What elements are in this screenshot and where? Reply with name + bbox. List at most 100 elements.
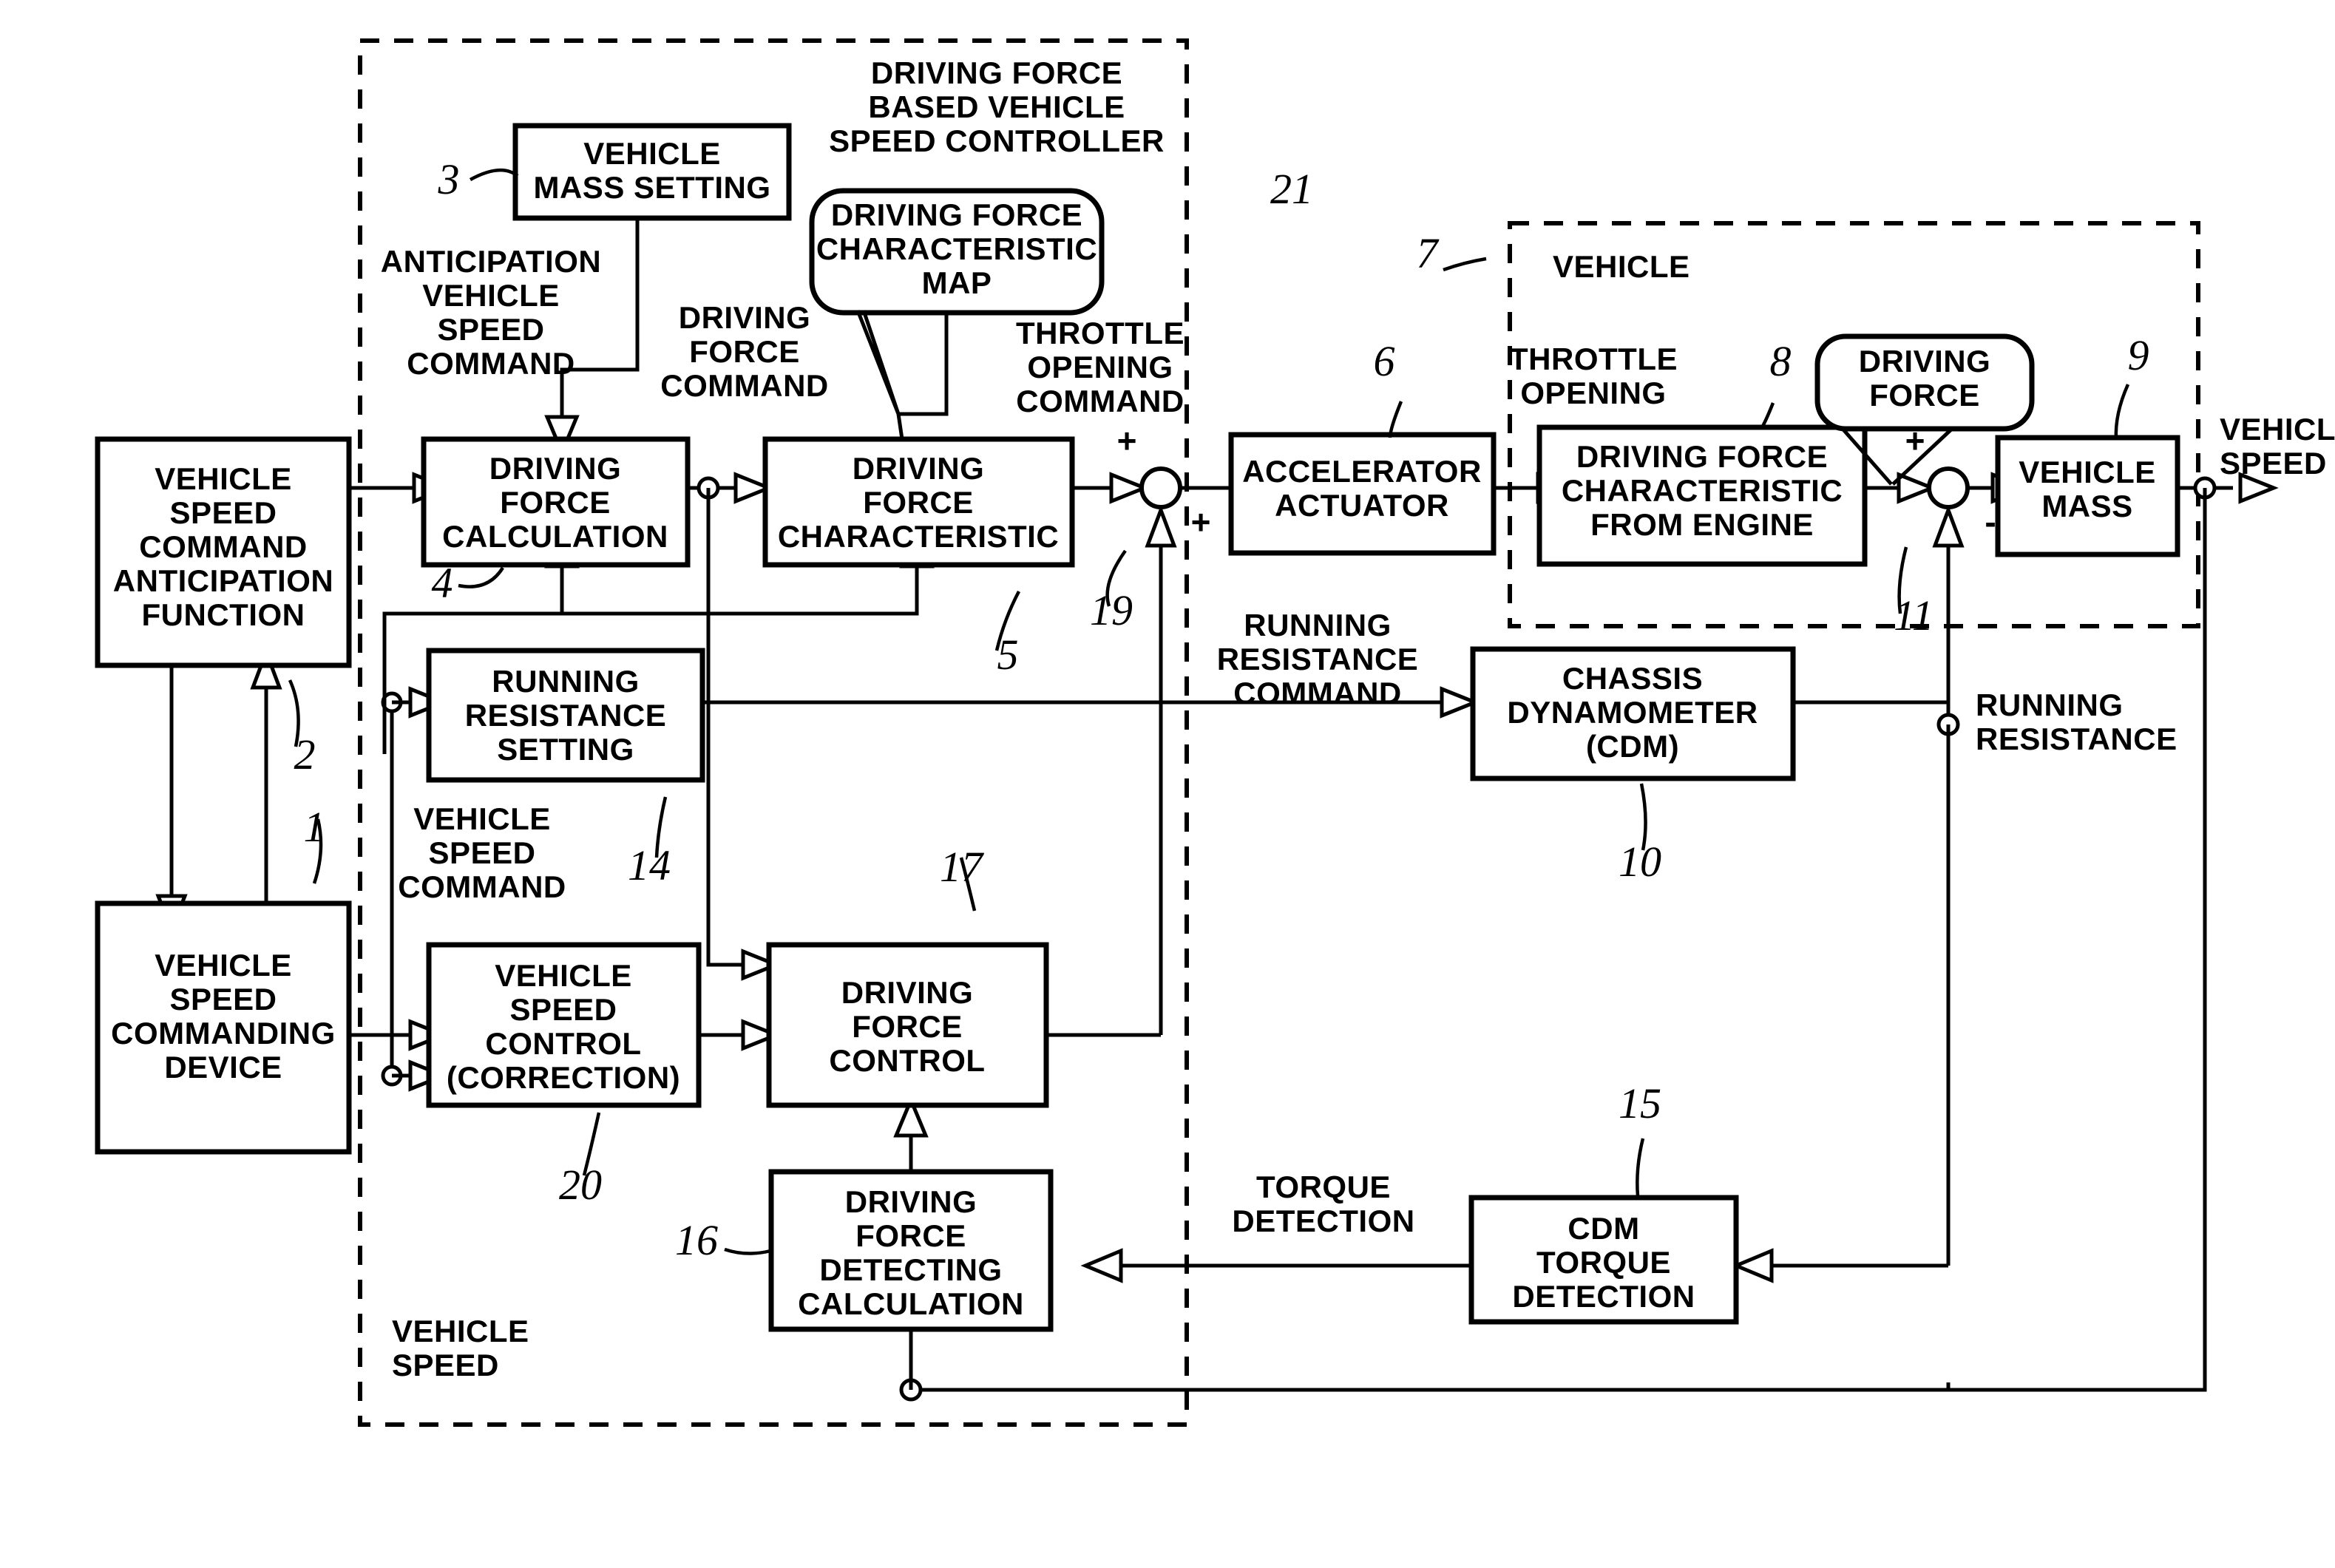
svg-text:COMMAND: COMMAND: [1233, 676, 1401, 710]
label-torque-detection: TORQUE DETECTION: [1232, 1170, 1414, 1238]
svg-text:CHARACTERISTIC: CHARACTERISTIC: [1562, 473, 1843, 508]
svg-text:TORQUE: TORQUE: [1256, 1170, 1391, 1204]
svg-text:COMMANDING: COMMANDING: [111, 1016, 336, 1051]
svg-text:RUNNING: RUNNING: [1976, 688, 2124, 722]
label-driving-force-characteristic-from-engine: DRIVING FORCE CHARACTERISTIC FROM ENGINE: [1562, 439, 1843, 542]
svg-text:CONTROL: CONTROL: [485, 1026, 641, 1061]
ref-10: 10: [1619, 838, 1661, 886]
svg-text:CALCULATION: CALCULATION: [798, 1286, 1024, 1321]
ref-5: 5: [997, 631, 1019, 679]
ref-16: 16: [675, 1216, 718, 1264]
patent-block-diagram: VEHICLE SPEED COMMAND ANTICIPATION FUNCT…: [0, 0, 2335, 1568]
svg-text:FORCE: FORCE: [500, 485, 611, 520]
svg-text:DRIVING FORCE: DRIVING FORCE: [1576, 439, 1828, 474]
label-vehicle-speed-out: VEHICLE SPEED: [2220, 412, 2335, 481]
svg-text:VEHICLE: VEHICLE: [2220, 412, 2335, 447]
ref-15: 15: [1619, 1079, 1661, 1127]
sign-minus-11-bottom: -: [1985, 503, 1996, 541]
ref-9: 9: [2128, 331, 2149, 379]
svg-text:ANTICIPATION: ANTICIPATION: [381, 244, 601, 279]
svg-text:OPENING: OPENING: [1027, 350, 1173, 384]
svg-text:SPEED: SPEED: [2220, 446, 2327, 481]
svg-text:VEHICLE: VEHICLE: [583, 136, 721, 171]
svg-text:VEHICLE: VEHICLE: [155, 461, 292, 496]
svg-text:COMMAND: COMMAND: [1016, 384, 1184, 418]
svg-text:COMMAND: COMMAND: [139, 529, 307, 564]
ref-4: 4: [432, 559, 453, 607]
svg-text:VEHICLE: VEHICLE: [413, 801, 551, 836]
svg-text:RESISTANCE: RESISTANCE: [1217, 642, 1419, 676]
ref-19: 19: [1090, 586, 1133, 634]
label-group-controller: DRIVING FORCE BASED VEHICLE SPEED CONTRO…: [829, 55, 1165, 158]
label-driving-force-callout: DRIVING FORCE: [1859, 344, 1991, 413]
label-driving-force-command: DRIVING FORCE COMMAND: [660, 300, 828, 403]
svg-text:SPEED: SPEED: [510, 992, 617, 1027]
label-accelerator-actuator: ACCELERATOR ACTUATOR: [1242, 454, 1482, 523]
svg-text:FORCE: FORCE: [863, 485, 974, 520]
label-driving-force-control: DRIVING FORCE CONTROL: [829, 975, 985, 1078]
label-throttle-opening-command: THROTTLE OPENING COMMAND: [1016, 316, 1184, 418]
ref-1: 1: [304, 803, 325, 851]
svg-text:CDM: CDM: [1568, 1211, 1639, 1246]
svg-text:CHASSIS: CHASSIS: [1562, 661, 1703, 696]
sign-plus-19-top: +: [1117, 421, 1137, 460]
label-throttle-opening: THROTTLE OPENING: [1509, 342, 1678, 410]
svg-text:DRIVING: DRIVING: [845, 1184, 977, 1219]
svg-text:TORQUE: TORQUE: [1536, 1245, 1671, 1280]
ref-6: 6: [1374, 337, 1395, 385]
label-anticipation-vehicle-speed-command: ANTICIPATION VEHICLE SPEED COMMAND: [381, 244, 601, 381]
svg-text:CONTROL: CONTROL: [829, 1043, 985, 1078]
svg-text:MASS: MASS: [2041, 489, 2132, 523]
label-vehicle-speed-feedback: VEHICLE SPEED: [392, 1314, 529, 1382]
svg-text:VEHICLE: VEHICLE: [392, 1314, 529, 1348]
label-running-resistance: RUNNING RESISTANCE: [1976, 688, 2178, 756]
svg-text:RESISTANCE: RESISTANCE: [465, 698, 667, 733]
svg-text:SPEED: SPEED: [392, 1348, 499, 1382]
svg-text:SPEED: SPEED: [170, 982, 277, 1017]
label-group-vehicle: VEHICLE: [1553, 249, 1690, 284]
ref-11: 11: [1894, 591, 1934, 639]
svg-text:RUNNING: RUNNING: [492, 664, 640, 699]
svg-text:THROTTLE: THROTTLE: [1509, 342, 1678, 376]
svg-text:COMMAND: COMMAND: [398, 869, 566, 904]
ref-21: 21: [1270, 165, 1313, 213]
svg-text:CHARACTERISTIC: CHARACTERISTIC: [778, 519, 1059, 554]
svg-text:COMMAND: COMMAND: [660, 368, 828, 403]
svg-text:VEHICLE: VEHICLE: [495, 958, 632, 993]
svg-text:SPEED: SPEED: [170, 495, 277, 530]
svg-text:SETTING: SETTING: [497, 732, 634, 767]
svg-text:DETECTING: DETECTING: [819, 1252, 1002, 1287]
sign-plus-19-bottom: +: [1191, 503, 1211, 541]
svg-text:VEHICLE: VEHICLE: [155, 948, 292, 982]
svg-text:RESISTANCE: RESISTANCE: [1976, 722, 2178, 756]
svg-text:DRIVING: DRIVING: [841, 975, 974, 1010]
ref-20: 20: [559, 1161, 602, 1209]
svg-text:SPEED CONTROLLER: SPEED CONTROLLER: [829, 123, 1165, 158]
svg-text:ACTUATOR: ACTUATOR: [1275, 488, 1449, 523]
svg-text:ACCELERATOR: ACCELERATOR: [1242, 454, 1482, 489]
svg-text:FORCE: FORCE: [1869, 378, 1980, 413]
svg-text:DRIVING: DRIVING: [1859, 344, 1991, 379]
svg-text:SPEED: SPEED: [438, 312, 545, 347]
svg-text:DRIVING FORCE: DRIVING FORCE: [871, 55, 1122, 90]
svg-text:DRIVING: DRIVING: [489, 451, 622, 486]
svg-text:MASS SETTING: MASS SETTING: [533, 170, 770, 205]
label-running-resistance-command: RUNNING RESISTANCE COMMAND: [1217, 608, 1419, 710]
svg-text:VEHICLE: VEHICLE: [1553, 249, 1690, 284]
svg-text:CALCULATION: CALCULATION: [442, 519, 668, 554]
svg-text:DETECTION: DETECTION: [1512, 1279, 1695, 1314]
sign-plus-11-top: +: [1905, 421, 1925, 460]
svg-text:VEHICLE: VEHICLE: [2019, 455, 2156, 489]
svg-text:DEVICE: DEVICE: [164, 1050, 282, 1085]
ref-2: 2: [294, 730, 316, 778]
svg-text:ANTICIPATION: ANTICIPATION: [113, 563, 333, 598]
svg-text:DETECTION: DETECTION: [1232, 1204, 1414, 1238]
svg-text:OPENING: OPENING: [1520, 376, 1666, 410]
svg-text:RUNNING: RUNNING: [1244, 608, 1392, 642]
svg-text:SPEED: SPEED: [429, 835, 536, 870]
svg-text:DYNAMOMETER: DYNAMOMETER: [1507, 695, 1758, 730]
svg-text:DRIVING: DRIVING: [679, 300, 811, 335]
svg-text:FORCE: FORCE: [852, 1009, 963, 1044]
svg-text:FROM ENGINE: FROM ENGINE: [1590, 507, 1814, 542]
svg-text:FORCE: FORCE: [855, 1218, 966, 1253]
